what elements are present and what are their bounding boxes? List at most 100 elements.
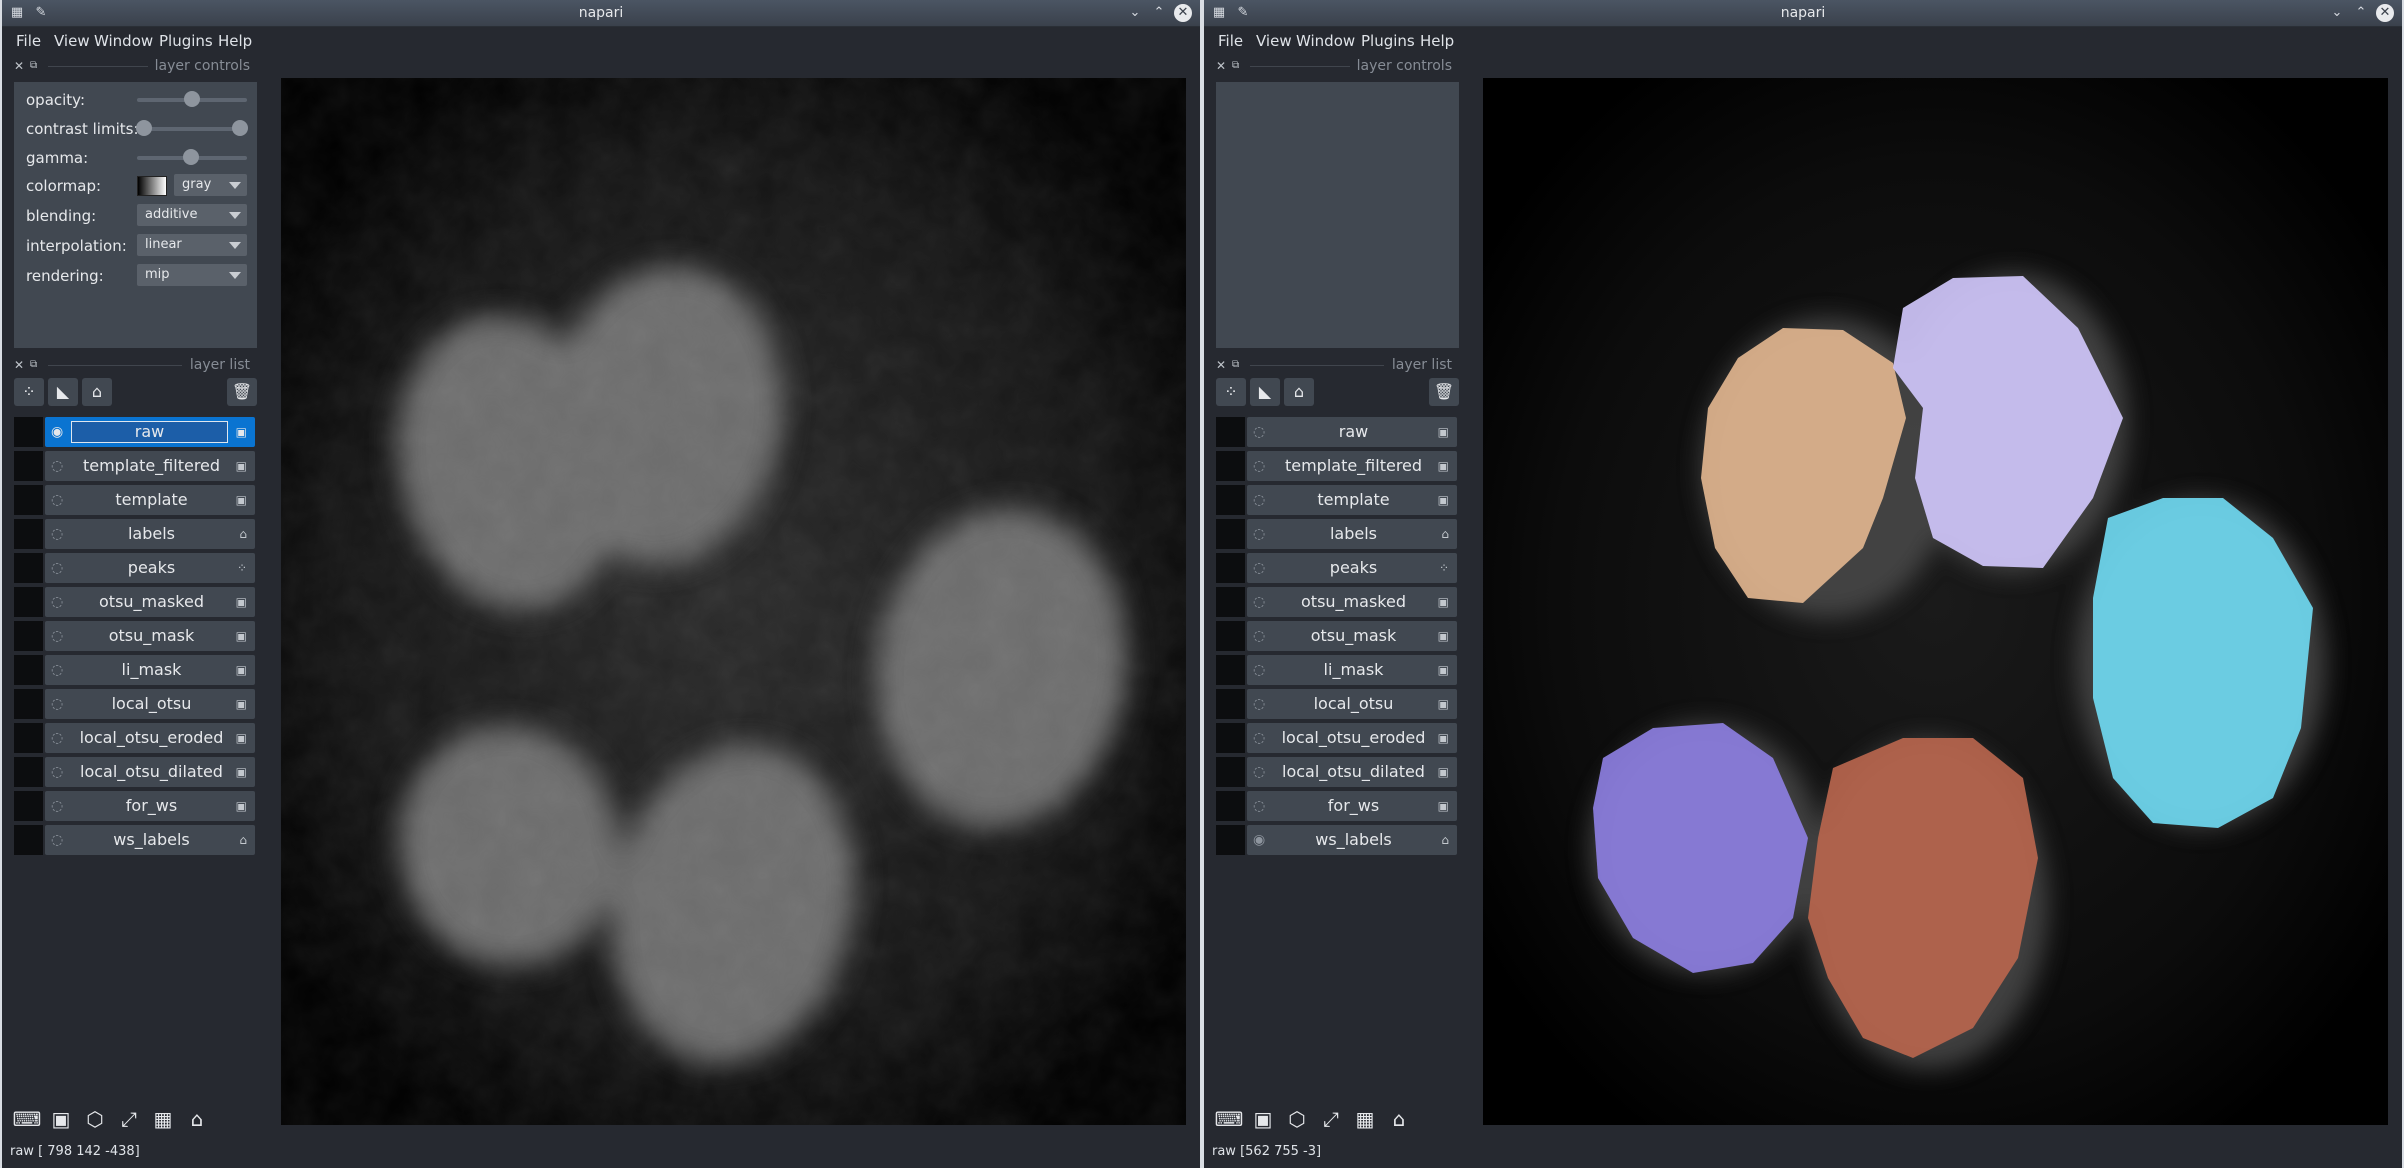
close-icon[interactable]: ✕ xyxy=(1216,57,1226,75)
layer-name[interactable]: template xyxy=(1271,485,1436,515)
layer-name[interactable]: local_otsu_dilated xyxy=(69,757,234,787)
layer-row-otsu_mask[interactable]: ◌ otsu_mask ▣ xyxy=(14,621,255,651)
menu-view[interactable]: View xyxy=(54,27,90,55)
2d-3d-toggle-button[interactable]: ▣ xyxy=(1248,1104,1278,1134)
eye-icon[interactable]: ◌ xyxy=(1253,621,1265,651)
layer-row-body[interactable]: ◌ otsu_mask ▣ xyxy=(45,621,255,651)
eye-icon[interactable]: ◌ xyxy=(51,723,63,753)
delete-layer-button[interactable]: 🗑 xyxy=(227,378,257,406)
menu-plugins[interactable]: Plugins xyxy=(159,27,213,55)
layer-row-body[interactable]: ◌ for_ws ▣ xyxy=(45,791,255,821)
transpose-button[interactable]: ⤢ xyxy=(114,1104,144,1134)
layer-row-peaks[interactable]: ◌ peaks ⁘ xyxy=(14,553,255,583)
eye-icon[interactable]: ◌ xyxy=(1253,553,1265,583)
layer-row-body[interactable]: ◌ for_ws ▣ xyxy=(1247,791,1457,821)
eye-icon[interactable]: ◌ xyxy=(1253,723,1265,753)
menu-view[interactable]: View xyxy=(1256,27,1292,55)
console-button[interactable]: ⌨ xyxy=(1214,1104,1244,1134)
layer-row-body[interactable]: ◌ template ▣ xyxy=(1247,485,1457,515)
layer-row-local_otsu_dilated[interactable]: ◌ local_otsu_dilated ▣ xyxy=(14,757,255,787)
interpolation-select[interactable]: linear xyxy=(137,234,247,256)
layer-row-template[interactable]: ◌ template ▣ xyxy=(1216,485,1457,515)
layer-row-body[interactable]: ◌ template_filtered ▣ xyxy=(1247,451,1457,481)
layer-row-body[interactable]: ◌ raw ▣ xyxy=(1247,417,1457,447)
layer-row-otsu_masked[interactable]: ◌ otsu_masked ▣ xyxy=(14,587,255,617)
layer-name[interactable]: otsu_mask xyxy=(1271,621,1436,651)
opacity-slider[interactable] xyxy=(137,91,247,107)
layer-row-ws_labels[interactable]: ◌ ws_labels ⌂ xyxy=(14,825,255,855)
layer-name[interactable]: otsu_mask xyxy=(69,621,234,651)
layer-name[interactable]: local_otsu xyxy=(1271,689,1436,719)
layer-row-body[interactable]: ◌ peaks ⁘ xyxy=(1247,553,1457,583)
layer-name[interactable]: local_otsu xyxy=(69,689,234,719)
menu-help[interactable]: Help xyxy=(1420,27,1454,55)
eye-icon[interactable]: ◌ xyxy=(1253,451,1265,481)
layer-name[interactable]: peaks xyxy=(1271,553,1436,583)
close-icon[interactable]: ✕ xyxy=(14,57,24,75)
menu-plugins[interactable]: Plugins xyxy=(1361,27,1415,55)
new-labels-layer-button[interactable]: ⌂ xyxy=(1284,378,1314,406)
layer-row-body[interactable]: ◌ peaks ⁘ xyxy=(45,553,255,583)
layer-row-labels[interactable]: ◌ labels ⌂ xyxy=(1216,519,1457,549)
layer-name[interactable]: template_filtered xyxy=(69,451,234,481)
layer-row-li_mask[interactable]: ◌ li_mask ▣ xyxy=(1216,655,1457,685)
eye-icon[interactable]: ◌ xyxy=(1253,791,1265,821)
home-button[interactable]: ⌂ xyxy=(1384,1104,1414,1134)
title-bar[interactable]: ▦ ✎ napari ⌄ ⌃ ✕ xyxy=(1204,0,2402,27)
transpose-button[interactable]: ⤢ xyxy=(1316,1104,1346,1134)
layer-row-ws_labels[interactable]: ◉ ws_labels ⌂ xyxy=(1216,825,1457,855)
layer-name[interactable]: template xyxy=(69,485,234,515)
eye-icon[interactable]: ◉ xyxy=(51,417,63,447)
eye-icon[interactable]: ◌ xyxy=(1253,757,1265,787)
new-points-layer-button[interactable]: ⁘ xyxy=(14,378,44,406)
layer-row-body[interactable]: ◌ local_otsu ▣ xyxy=(1247,689,1457,719)
contrast-min-handle[interactable] xyxy=(135,120,152,136)
layer-row-body[interactable]: ◌ local_otsu_dilated ▣ xyxy=(45,757,255,787)
eye-icon[interactable]: ◌ xyxy=(1253,689,1265,719)
eye-icon[interactable]: ◌ xyxy=(51,689,63,719)
layer-row-body[interactable]: ◌ template ▣ xyxy=(45,485,255,515)
menu-help[interactable]: Help xyxy=(218,27,252,55)
layer-row-raw[interactable]: ◉ raw ▣ xyxy=(14,417,255,447)
layer-row-body[interactable]: ◌ labels ⌂ xyxy=(1247,519,1457,549)
layer-row-local_otsu_eroded[interactable]: ◌ local_otsu_eroded ▣ xyxy=(1216,723,1457,753)
layer-name[interactable]: local_otsu_dilated xyxy=(1271,757,1436,787)
layer-row-body[interactable]: ◌ local_otsu_eroded ▣ xyxy=(45,723,255,753)
menu-window[interactable]: Window xyxy=(94,27,153,55)
contrast-max-handle[interactable] xyxy=(232,120,249,136)
grid-view-button[interactable]: ▦ xyxy=(148,1104,178,1134)
layer-row-body[interactable]: ◌ labels ⌂ xyxy=(45,519,255,549)
layer-name[interactable]: local_otsu_eroded xyxy=(1271,723,1436,753)
new-points-layer-button[interactable]: ⁘ xyxy=(1216,378,1246,406)
layer-row-labels[interactable]: ◌ labels ⌂ xyxy=(14,519,255,549)
layer-name[interactable]: otsu_masked xyxy=(69,587,234,617)
colormap-select[interactable]: gray xyxy=(174,174,247,196)
maximize-icon[interactable]: ⌃ xyxy=(2352,4,2370,22)
maximize-icon[interactable]: ⌃ xyxy=(1150,4,1168,22)
minimize-icon[interactable]: ⌄ xyxy=(2328,4,2346,22)
layer-row-body[interactable]: ◌ li_mask ▣ xyxy=(45,655,255,685)
float-icon[interactable]: ⧉ xyxy=(30,356,37,374)
gamma-slider[interactable] xyxy=(137,149,247,165)
layer-row-peaks[interactable]: ◌ peaks ⁘ xyxy=(1216,553,1457,583)
opacity-slider-handle[interactable] xyxy=(184,91,200,107)
eye-icon[interactable]: ◌ xyxy=(51,825,63,855)
layer-row-body[interactable]: ◌ otsu_mask ▣ xyxy=(1247,621,1457,651)
close-icon[interactable]: ✕ xyxy=(2376,4,2394,22)
roll-dims-button[interactable]: ⬡ xyxy=(1282,1104,1312,1134)
layer-row-body[interactable]: ◌ local_otsu_dilated ▣ xyxy=(1247,757,1457,787)
new-shapes-layer-button[interactable]: ◣ xyxy=(48,378,78,406)
layer-row-local_otsu_dilated[interactable]: ◌ local_otsu_dilated ▣ xyxy=(1216,757,1457,787)
eye-icon[interactable]: ◌ xyxy=(51,485,63,515)
layer-row-body[interactable]: ◌ template_filtered ▣ xyxy=(45,451,255,481)
eye-icon[interactable]: ◌ xyxy=(51,655,63,685)
layer-name[interactable]: template_filtered xyxy=(1271,451,1436,481)
rendering-select[interactable]: mip xyxy=(137,264,247,286)
layer-row-local_otsu[interactable]: ◌ local_otsu ▣ xyxy=(1216,689,1457,719)
gamma-slider-handle[interactable] xyxy=(182,149,199,165)
eye-icon[interactable]: ◌ xyxy=(51,757,63,787)
close-icon[interactable]: ✕ xyxy=(14,356,24,374)
contrast-limits-slider[interactable] xyxy=(135,120,249,136)
layer-name[interactable]: ws_labels xyxy=(1271,825,1436,855)
menu-file[interactable]: File xyxy=(16,27,41,55)
